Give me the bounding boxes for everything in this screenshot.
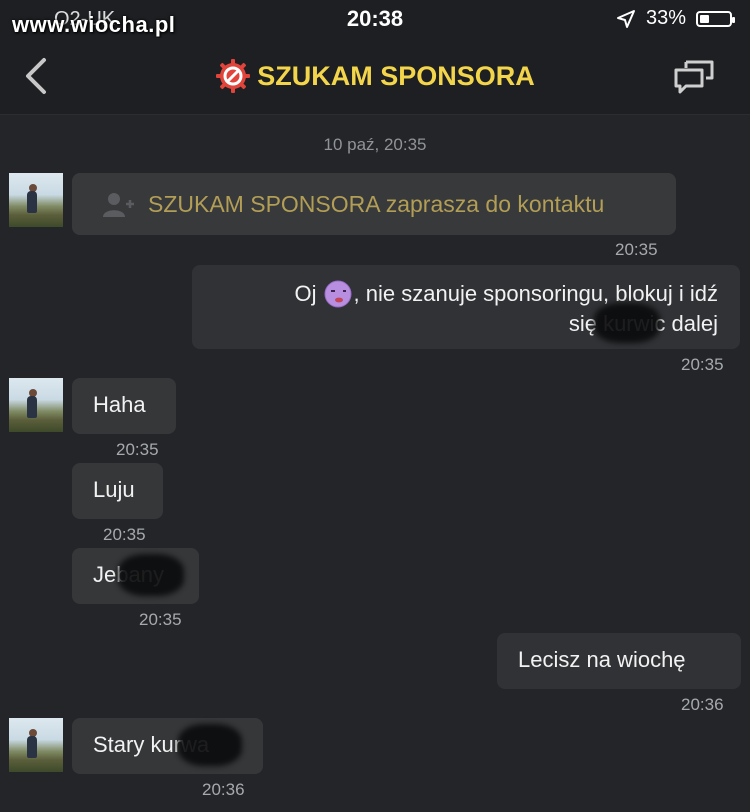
incoming-message[interactable]: Luju [72,463,163,519]
incoming-message[interactable]: Stary kurwa [72,718,263,774]
message-time: 20:36 [681,695,724,714]
prohibited-icon [216,59,251,93]
dizzy-face-emoji [324,280,352,308]
battery-tip [732,16,735,23]
censor-scribble [178,724,242,766]
avatar[interactable] [9,718,63,772]
message-text: Lecisz na wiochę [518,647,686,672]
title-container: SZUKAM SPONSORA [0,58,750,99]
message-line: Oj , nie szanuje sponsoringu, blokuj i i… [295,279,718,309]
message-text: Oj [294,281,317,306]
location-arrow-icon [616,9,635,28]
system-message-text: SZUKAM SPONSORA zaprasza do kontaktu [148,190,605,217]
status-bar: O2-UK www.wiocha.pl 20:38 33% [0,0,750,38]
censor-scribble [594,303,660,343]
battery-percent: 33% [645,7,686,29]
message-time: 20:35 [139,610,182,629]
avatar[interactable] [9,378,63,432]
avatar[interactable] [9,173,63,227]
message-time: 20:35 [681,355,724,374]
chat-title-text: SZUKAM SPONSORA [257,60,535,91]
message-time: 20:35 [103,525,146,544]
outgoing-message[interactable]: Oj , nie szanuje sponsoringu, blokuj i i… [192,265,740,349]
incoming-message[interactable]: Jebany [72,548,199,604]
chat-title[interactable]: SZUKAM SPONSORA [215,58,535,94]
censor-scribble [118,554,184,596]
outgoing-message[interactable]: Lecisz na wiochę [497,633,741,689]
message-text: Luju [93,477,135,502]
date-stamp: 10 paź, 20:35 [323,135,427,154]
message-text: , nie szanuje sponsoringu, blokuj i idź [353,281,718,306]
message-time: 20:35 [116,440,159,459]
message-text: Haha [93,392,146,417]
chat-bubbles-icon[interactable] [672,56,716,96]
battery-fill [700,14,709,23]
message-time: 20:35 [615,240,658,259]
incoming-message[interactable]: Haha [72,378,176,434]
system-message: SZUKAM SPONSORA zaprasza do kontaktu [72,173,676,235]
message-time: 20:36 [202,780,245,799]
add-user-icon [103,193,134,217]
chat-header: SZUKAM SPONSORA [0,38,750,115]
battery-icon [696,10,735,27]
status-right: 33% [616,7,735,30]
